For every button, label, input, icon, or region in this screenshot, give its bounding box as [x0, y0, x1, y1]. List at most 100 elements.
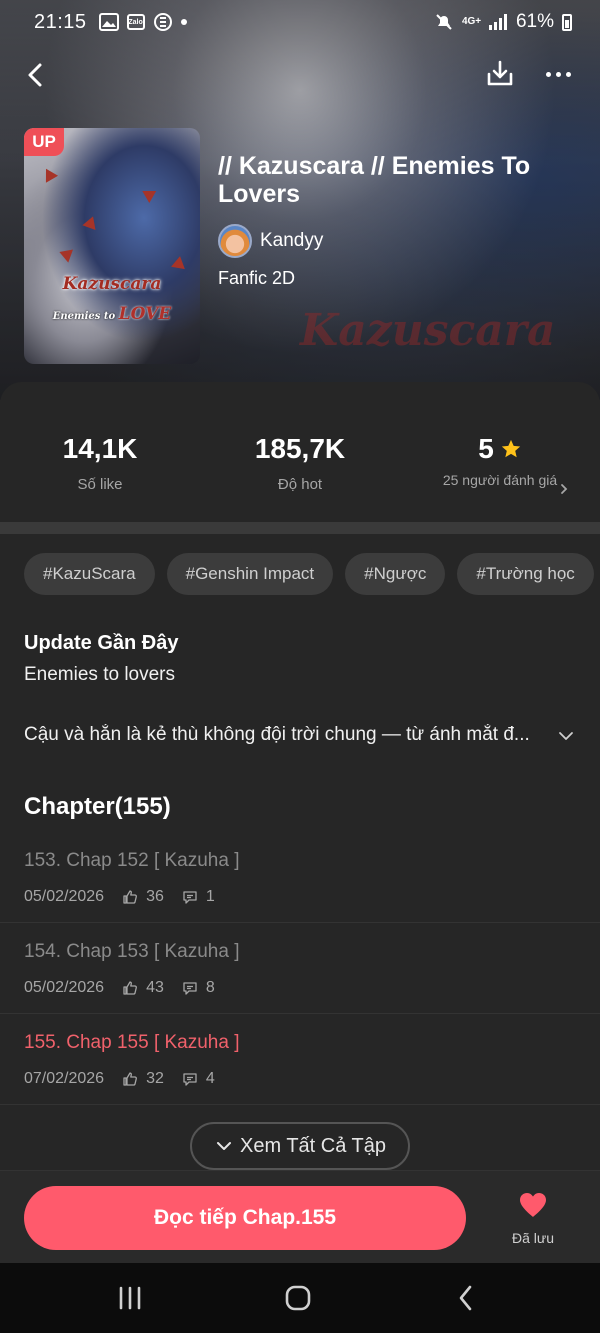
- chapter-meta: 07/02/2026 32 4: [24, 1070, 215, 1088]
- chapter-item[interactable]: 154. Chap 153 [ Kazuha ] 05/02/2026 43 8: [0, 923, 600, 1014]
- app-notification-icon: [153, 13, 172, 31]
- chapter-title: 154. Chap 153 [ Kazuha ]: [24, 941, 240, 962]
- continue-reading-button[interactable]: Đọc tiếp Chap.155: [24, 1186, 466, 1250]
- more-dot-icon: [555, 71, 561, 77]
- chapter-likes: 32: [146, 1070, 164, 1087]
- cover-leaf-decoration: [56, 245, 74, 263]
- update-heading: Update Gần Đây: [24, 632, 179, 654]
- tag-list: #KazuScara #Genshin Impact #Ngược #Trườn…: [24, 553, 600, 595]
- book-title: // Kazuscara // Enemies To Lovers: [218, 152, 531, 208]
- cover-title-text: Kazuscara: [62, 274, 162, 294]
- cover-leaf-decoration: [82, 213, 100, 231]
- star-icon: [501, 439, 520, 458]
- network-type: 4G+: [461, 16, 482, 27]
- chapter-date: 05/02/2026: [24, 888, 105, 905]
- book-cover[interactable]: Kazuscara Enemies to LOVE UP: [24, 128, 200, 364]
- thumbs-up-icon: [123, 1072, 138, 1086]
- tag-chip[interactable]: #Ngược: [345, 553, 446, 595]
- synopsis-text[interactable]: Cậu và hắn là kẻ thù không đội trời chun…: [24, 724, 554, 746]
- view-all-chapters-button[interactable]: Xem Tất Cả Tập: [190, 1122, 410, 1170]
- chapter-comments: 1: [205, 888, 215, 905]
- tag-chip[interactable]: #KazuScara: [24, 553, 155, 595]
- battery-icon: [562, 13, 572, 31]
- more-dot-icon: [545, 71, 551, 77]
- comment-icon: [183, 1073, 197, 1086]
- chevron-right-icon[interactable]: [557, 482, 571, 496]
- thumbs-up-icon: [123, 981, 138, 995]
- chapter-list: 153. Chap 152 [ Kazuha ] 05/02/2026 36 1…: [0, 832, 600, 1105]
- rating-label: 25 người đánh giá: [442, 472, 558, 488]
- author-name[interactable]: Kandyy: [260, 230, 323, 252]
- section-divider: [0, 522, 600, 534]
- recent-apps-icon: [119, 1286, 141, 1310]
- chapter-comments: 8: [205, 979, 215, 996]
- status-system-icons: 4G+ 61%: [434, 11, 572, 33]
- rating-value: 5: [478, 433, 494, 464]
- status-bar: 21:15 Zalo 4G+ 61%: [0, 0, 600, 44]
- stat-hot: 185,7K Độ hot: [220, 430, 380, 493]
- thumbs-up-icon: [123, 890, 138, 904]
- top-navigation: [0, 56, 600, 96]
- author-row[interactable]: Kandyy: [218, 224, 323, 258]
- battery-percent: 61%: [515, 11, 554, 32]
- status-time: 21:15: [34, 10, 87, 33]
- download-icon: [487, 60, 513, 86]
- chapter-item[interactable]: 153. Chap 152 [ Kazuha ] 05/02/2026 36 1: [0, 832, 600, 923]
- stat-likes: 14,1K Số like: [20, 430, 180, 493]
- home-icon: [285, 1285, 311, 1311]
- hot-count: 185,7K: [254, 433, 346, 464]
- author-avatar[interactable]: [218, 224, 252, 258]
- more-dot-icon: [565, 71, 571, 77]
- bottom-action-bar: Đọc tiếp Chap.155 Đã lưu: [0, 1170, 600, 1263]
- signal-icon: [488, 14, 507, 30]
- mute-icon: [436, 14, 452, 30]
- system-navigation-bar: [0, 1263, 600, 1333]
- tag-chip[interactable]: #Trường học: [457, 553, 594, 595]
- chapter-title: 153. Chap 152 [ Kazuha ]: [24, 850, 240, 871]
- status-notification-icons: Zalo: [98, 12, 187, 32]
- chapter-item-current[interactable]: 155. Chap 155 [ Kazuha ] 07/02/2026 32 4: [0, 1014, 600, 1105]
- update-badge: UP: [24, 128, 64, 156]
- cover-subtitle-text: Enemies to LOVE: [24, 304, 200, 324]
- chapter-likes: 43: [146, 979, 164, 996]
- cover-subtitle-love: LOVE: [118, 304, 172, 324]
- chapter-comments: 4: [205, 1070, 215, 1087]
- likes-count: 14,1K: [62, 433, 138, 464]
- more-options-button[interactable]: [540, 62, 576, 86]
- back-icon: [459, 1285, 472, 1311]
- saved-button[interactable]: Đã lưu: [500, 1191, 566, 1246]
- download-button[interactable]: [484, 58, 516, 90]
- saved-label: Đã lưu: [511, 1230, 555, 1246]
- stat-rating[interactable]: 5 25 người đánh giá: [420, 430, 580, 489]
- rating-value-row: 5: [420, 430, 580, 468]
- cover-leaf-decoration: [39, 165, 59, 183]
- book-genre[interactable]: Fanfic 2D: [218, 268, 295, 289]
- chapter-meta: 05/02/2026 43 8: [24, 979, 215, 997]
- gallery-icon: [98, 13, 119, 31]
- cover-leaf-decoration: [142, 184, 160, 204]
- chevron-down-icon[interactable]: [556, 726, 576, 746]
- system-back-button[interactable]: [446, 1283, 486, 1313]
- chapter-likes: 36: [146, 888, 164, 905]
- chapter-meta: 05/02/2026 36 1: [24, 888, 215, 906]
- update-text: Enemies to lovers: [24, 664, 176, 685]
- comment-icon: [183, 982, 197, 995]
- chapter-title: 155. Chap 155 [ Kazuha ]: [24, 1032, 240, 1053]
- home-button[interactable]: [278, 1283, 318, 1313]
- hot-label: Độ hot: [277, 476, 323, 493]
- cover-subtitle-prefix: Enemies to: [52, 311, 116, 322]
- likes-label: Số like: [77, 476, 123, 493]
- chapter-date: 05/02/2026: [24, 979, 105, 996]
- comment-icon: [183, 891, 197, 904]
- tag-chip[interactable]: #Genshin Impact: [166, 553, 334, 595]
- cover-leaf-decoration: [171, 254, 187, 270]
- view-all-label: Xem Tất Cả Tập: [240, 1134, 386, 1157]
- stats-row: 14,1K Số like 185,7K Độ hot 5 25 người đ…: [0, 430, 600, 520]
- chevron-down-icon: [217, 1142, 231, 1150]
- chapter-date: 07/02/2026: [24, 1070, 105, 1087]
- zalo-icon: Zalo: [126, 14, 145, 30]
- back-arrow-icon: [28, 63, 42, 87]
- hero-background-watermark: Kazuscara: [300, 305, 556, 356]
- recent-apps-button[interactable]: [110, 1283, 150, 1313]
- back-button[interactable]: [22, 60, 52, 90]
